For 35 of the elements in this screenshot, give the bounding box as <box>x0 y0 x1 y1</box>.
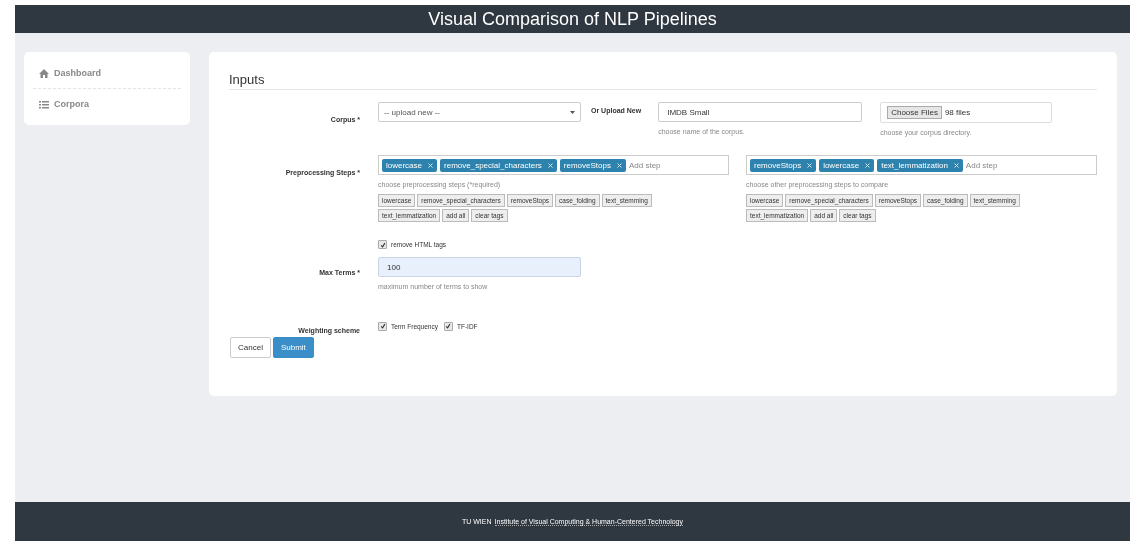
step-tag: remove_special_characters <box>440 158 557 172</box>
check-icon <box>379 241 386 248</box>
step-tag: removeStops <box>750 158 817 172</box>
corpus-name-field[interactable]: IMDB Small <box>658 102 863 122</box>
submit-button[interactable]: Submit <box>272 337 314 358</box>
section-title: Inputs <box>229 72 1097 90</box>
remove-icon <box>807 162 813 168</box>
step-tag: text_lemmatization <box>877 158 963 172</box>
cancel-button[interactable]: Cancel <box>230 337 271 358</box>
remove-icon <box>865 162 871 168</box>
remove-icon <box>953 162 959 168</box>
sidebar-item[interactable]: Dashboard <box>33 58 181 88</box>
file-status: 98 files <box>944 108 971 117</box>
remove-icon <box>547 162 553 168</box>
choose-files-button[interactable]: Choose Files <box>887 106 942 119</box>
check-icon <box>445 323 452 329</box>
list-icon <box>39 99 49 109</box>
step-tag: lowercase <box>382 158 437 172</box>
checkbox[interactable] <box>443 321 453 331</box>
corpus-select[interactable]: -- upload new -- <box>378 102 581 122</box>
checkbox[interactable] <box>378 240 387 249</box>
step-tag: lowercase <box>819 158 875 172</box>
steps-field[interactable]: removeStops lowercase text_lemmatization Add step <box>746 155 1097 175</box>
max-terms-field[interactable]: 100 <box>378 257 581 277</box>
remove-icon <box>617 162 622 168</box>
caret-icon <box>570 110 575 114</box>
home-icon <box>39 68 49 78</box>
step-tag: removeStops <box>559 158 626 172</box>
remove-icon <box>428 162 433 168</box>
checkbox[interactable] <box>378 321 387 331</box>
check-icon <box>379 323 386 329</box>
page-title: Visual Comparison of NLP Pipelines <box>428 8 717 30</box>
file-field[interactable]: Choose Files 98 files <box>880 102 1053 123</box>
steps-field[interactable]: lowercase remove_special_characters removeStops Add step <box>378 155 729 175</box>
sidebar-item[interactable]: Corpora <box>33 88 181 119</box>
